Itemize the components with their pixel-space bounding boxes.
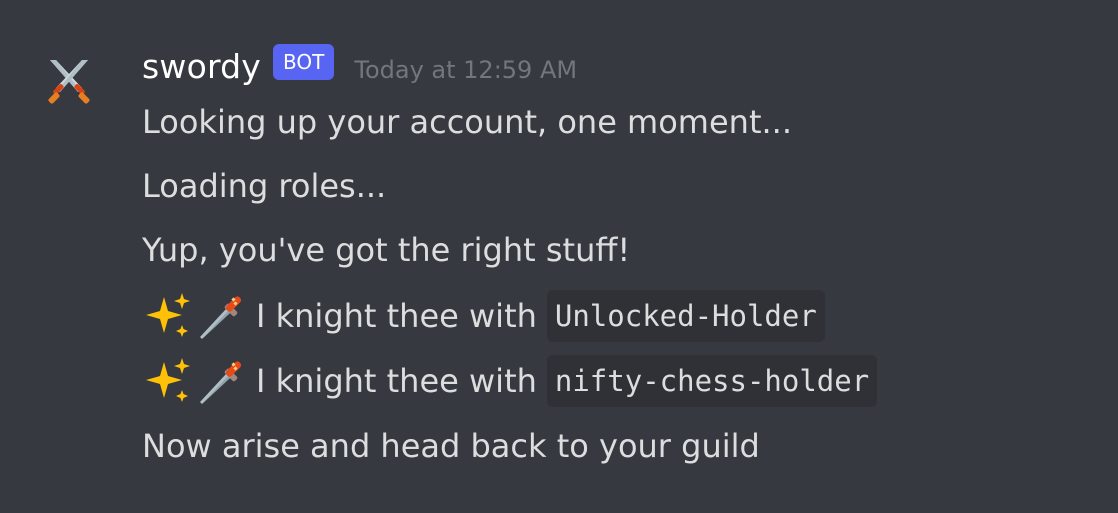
message-text: I knight thee with [256,362,537,400]
message-line-role-2: I knight thee with nifty-chess-holder [142,354,878,408]
sparkles-icon [142,354,196,408]
bot-tag: BOT [273,44,335,80]
message-line: Now arise and head back to your guild [142,427,760,465]
role-code: Unlocked-Holder [546,290,825,342]
sparkles-icon [142,289,196,343]
crossed-swords-icon[interactable] [42,54,96,108]
message-header: swordy BOT Today at 12:59 AM [142,40,577,92]
message-text: I knight thee with [256,297,537,335]
chat-message: swordy BOT Today at 12:59 AM Looking up … [0,0,1118,513]
timestamp[interactable]: Today at 12:59 AM [354,56,577,84]
role-code: nifty-chess-holder [546,355,878,407]
message-line: Loading roles... [142,167,387,205]
message-line: Looking up your account, one moment... [142,103,792,141]
emoji-group [142,289,250,343]
username[interactable]: swordy [142,47,261,86]
message-line: Yup, you've got the right stuff! [142,231,631,269]
emoji-group [142,354,250,408]
dagger-icon [196,289,250,343]
dagger-icon [196,354,250,408]
message-line-role-1: I knight thee with Unlocked-Holder [142,290,825,342]
